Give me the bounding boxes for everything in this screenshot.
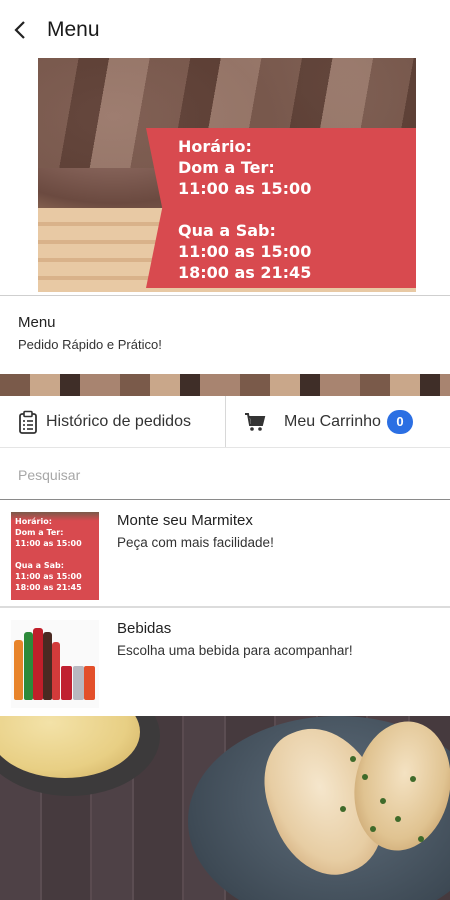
order-history-button[interactable]: Histórico de pedidos: [0, 396, 226, 447]
category-description: Escolha uma bebida para acompanhar!: [117, 643, 353, 658]
page-title: Menu: [47, 18, 100, 41]
opening-hours: Horário: Dom a Ter: 11:00 as 15:00 Qua a…: [178, 137, 312, 282]
category-item-marmitex[interactable]: Horário: Dom a Ter: 11:00 as 15:00 Qua a…: [0, 502, 450, 608]
order-history-label: Histórico de pedidos: [46, 412, 191, 430]
cart-button[interactable]: Meu Carrinho 0: [226, 396, 450, 447]
search-field: [0, 450, 450, 500]
store-name: Menu: [18, 314, 56, 331]
search-input[interactable]: [0, 450, 450, 499]
food-background-image: [0, 716, 450, 900]
cart-icon: [244, 412, 266, 432]
category-title: Monte seu Marmitex: [117, 512, 253, 529]
clipboard-icon: [18, 410, 38, 434]
store-info: Menu Pedido Rápido e Prático!: [0, 296, 450, 374]
category-description: Peça com mais facilidade!: [117, 535, 274, 550]
cart-count-badge: 0: [386, 409, 413, 434]
app-bar: Menu: [0, 0, 450, 60]
action-bar: Histórico de pedidos Meu Carrinho 0: [0, 396, 450, 448]
banner-image: Horário: Dom a Ter: 11:00 as 15:00 Qua a…: [38, 58, 416, 292]
store-banner: Horário: Dom a Ter: 11:00 as 15:00 Qua a…: [0, 58, 450, 296]
chevron-left-icon: [14, 21, 25, 39]
category-thumbnail: [11, 620, 99, 708]
cart-label: Meu Carrinho: [284, 412, 381, 430]
category-title: Bebidas: [117, 620, 172, 637]
category-item-bebidas[interactable]: Bebidas Escolha uma bebida para acompanh…: [0, 610, 450, 716]
store-tagline: Pedido Rápido e Prático!: [18, 337, 162, 352]
back-button[interactable]: [0, 0, 40, 60]
category-thumbnail: Horário: Dom a Ter: 11:00 as 15:00 Qua a…: [11, 512, 99, 600]
decorative-image-strip: [0, 374, 450, 396]
